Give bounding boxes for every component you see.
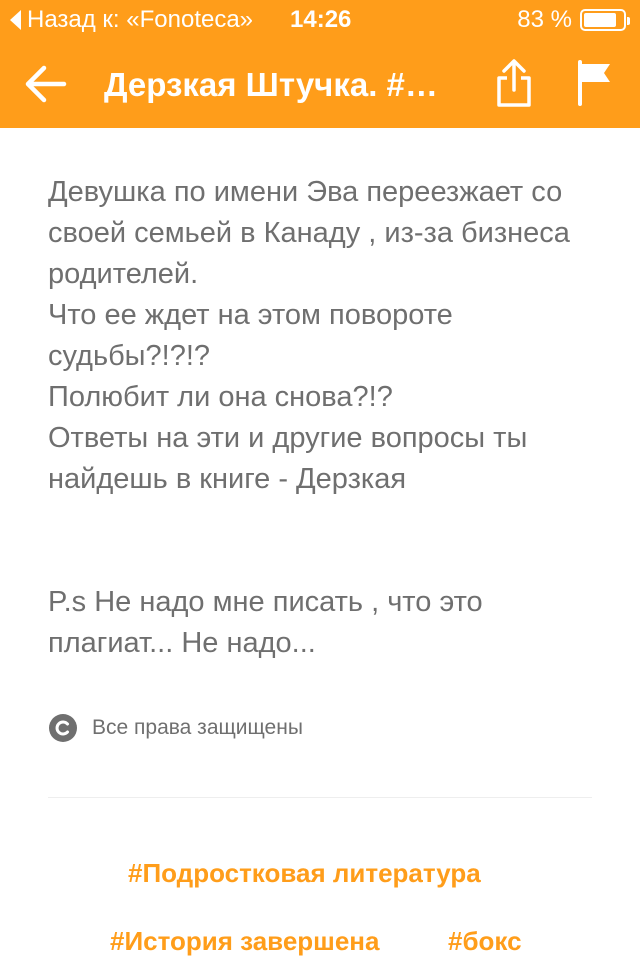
description-ps: P.s Не надо мне писать , что это плагиат… xyxy=(48,586,483,659)
status-back-link[interactable]: Назад к: «Fonoteca» xyxy=(10,6,253,34)
battery-icon xyxy=(580,9,630,31)
share-icon[interactable] xyxy=(494,58,534,108)
tag-story-completed[interactable]: #История завершена xyxy=(110,926,379,957)
status-bar: Назад к: «Fonoteca» 14:26 83 % xyxy=(0,0,640,40)
book-description: Девушка по имени Эва переезжает со своей… xyxy=(48,172,608,664)
page-title: Дерзкая Штучка. #… xyxy=(104,66,438,103)
battery-fill xyxy=(584,13,616,27)
copyright-icon xyxy=(49,714,77,742)
description-line: Что ее ждет на этом повороте судьбы?!?!? xyxy=(48,299,453,372)
battery-percent: 83 % xyxy=(517,6,572,33)
copyright-notice: Все права защищены xyxy=(48,713,303,743)
battery-status: 83 % xyxy=(517,6,630,34)
back-triangle-icon xyxy=(10,10,21,30)
app-header: Назад к: «Fonoteca» 14:26 83 % Дерзкая Ш… xyxy=(0,0,640,128)
navigation-bar: Дерзкая Штучка. #… xyxy=(0,40,640,128)
description-line: Девушка по имени Эва переезжает со своей… xyxy=(48,176,570,290)
flag-icon[interactable] xyxy=(574,60,614,106)
status-back-label: Назад к: «Fonoteca» xyxy=(27,6,254,33)
status-time: 14:26 xyxy=(290,6,352,33)
description-text: Девушка по имени Эва переезжает со своей… xyxy=(48,172,608,664)
description-line: Ответы на эти и другие вопросы ты найдеш… xyxy=(48,422,528,495)
tag-boxing[interactable]: #бокс xyxy=(448,926,522,957)
copyright-text: Все права защищены xyxy=(92,716,303,739)
arrow-left-icon[interactable] xyxy=(24,62,68,106)
description-line: Полюбит ли она снова?!? xyxy=(48,381,393,413)
divider xyxy=(48,797,592,798)
tag-teen-literature[interactable]: #Подростковая литература xyxy=(128,858,481,889)
